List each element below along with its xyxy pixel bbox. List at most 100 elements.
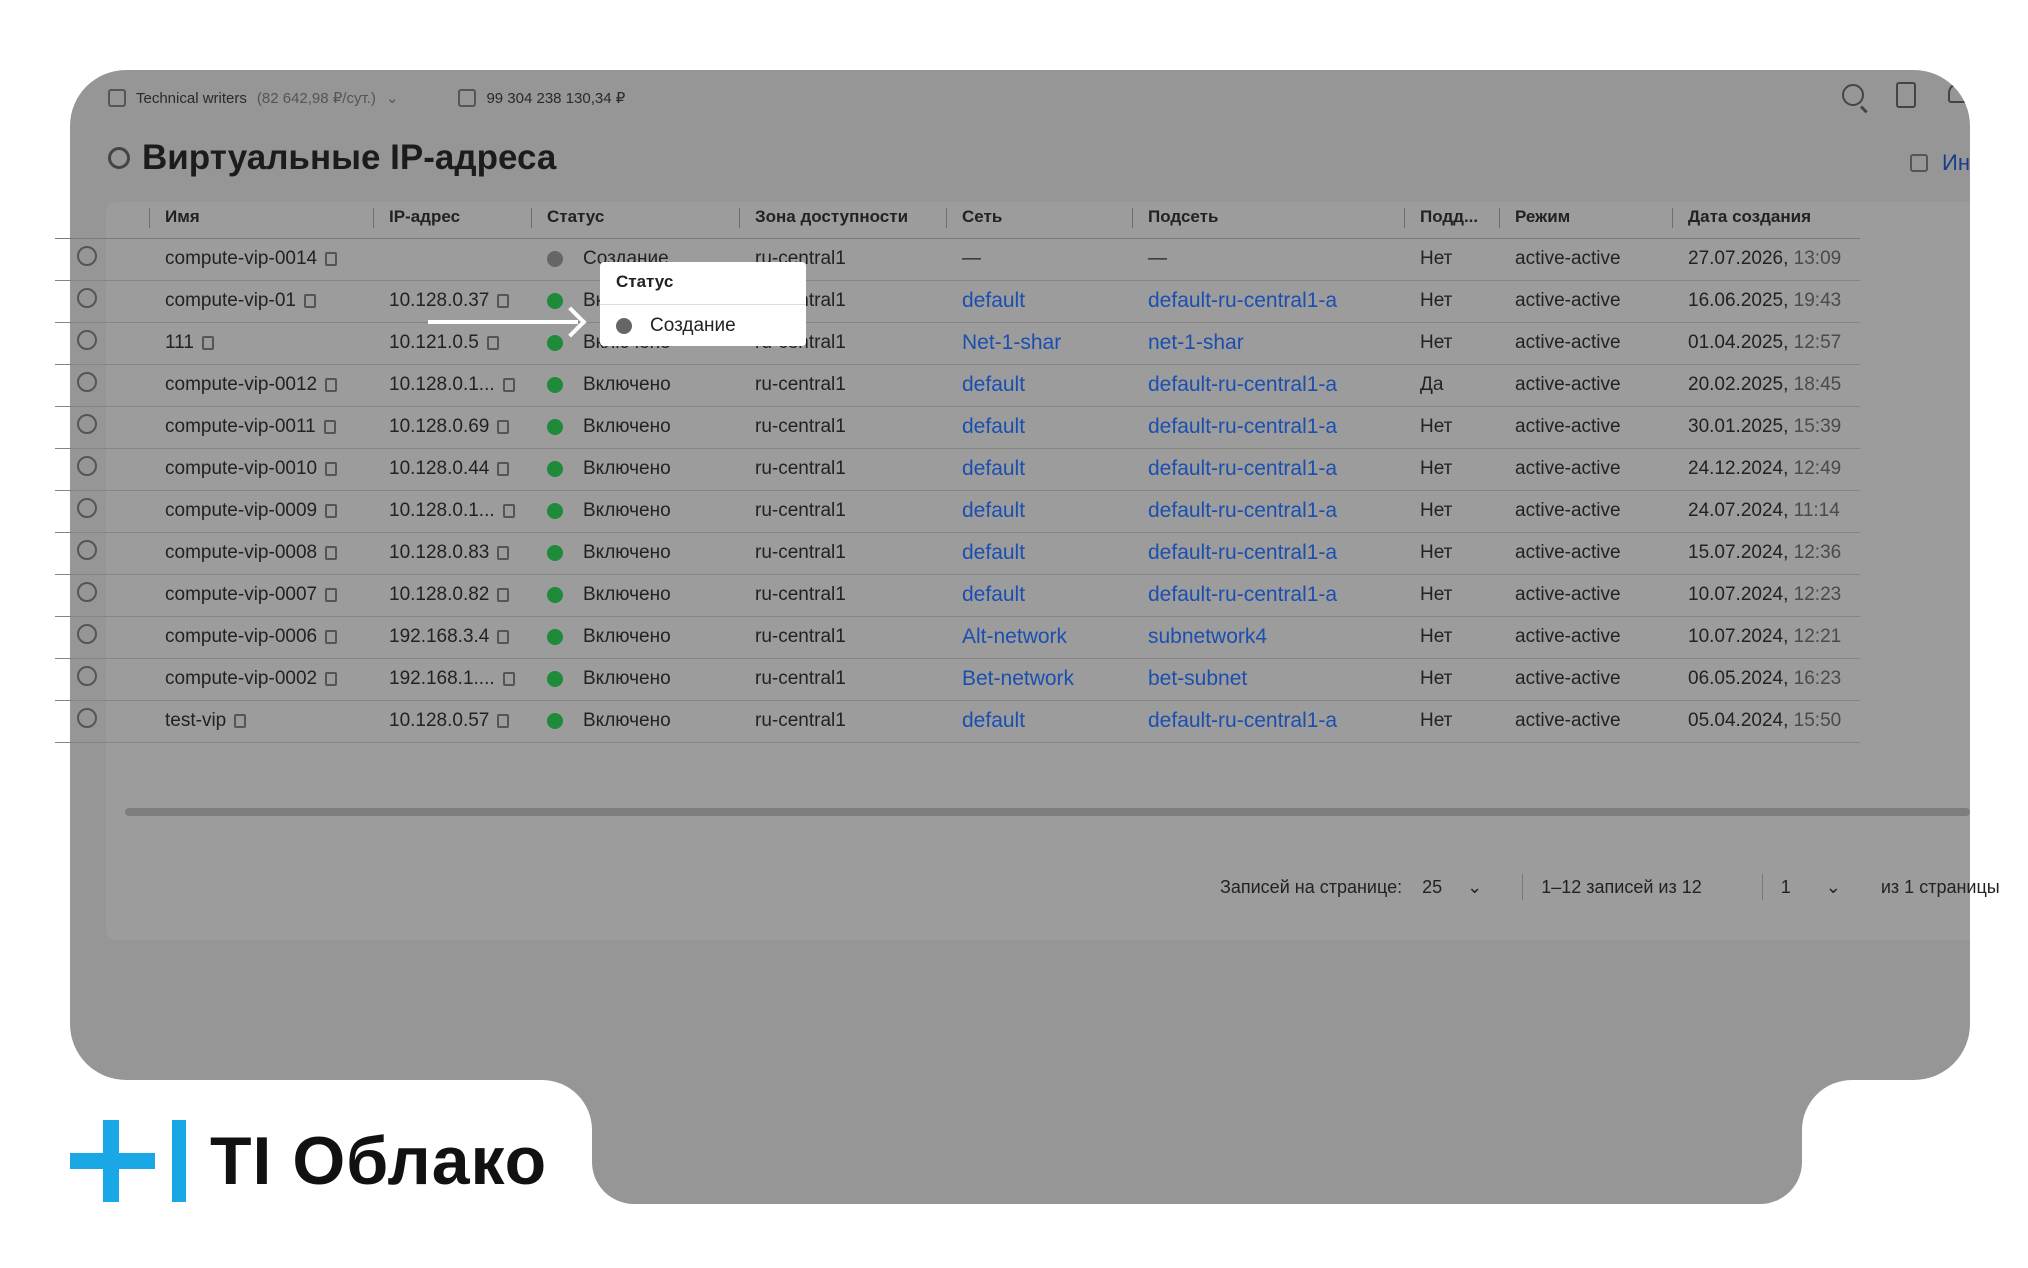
copy-icon[interactable] xyxy=(497,587,510,602)
column-ip[interactable]: IP-адрес xyxy=(373,196,531,239)
copy-icon[interactable] xyxy=(325,629,338,644)
name-cell[interactable]: compute-vip-0006 xyxy=(149,616,373,659)
copy-icon[interactable] xyxy=(497,629,510,644)
table-row[interactable]: 111 10.121.0.5 Включено ru-central1 Net-… xyxy=(55,322,1860,365)
column-status[interactable]: Статус xyxy=(531,196,739,239)
column-zone[interactable]: Зона доступности xyxy=(739,196,946,239)
network-cell[interactable]: default xyxy=(946,574,1132,617)
search-icon[interactable] xyxy=(1842,84,1864,106)
network-cell[interactable]: default xyxy=(946,364,1132,407)
name-cell[interactable]: compute-vip-0012 xyxy=(149,364,373,407)
docs-link[interactable]: Ин xyxy=(1910,150,1970,176)
copy-icon[interactable] xyxy=(234,713,247,728)
chevron-down-icon[interactable]: ⌄ xyxy=(386,89,399,107)
project-selector[interactable]: Technical writers xyxy=(136,90,247,107)
network-cell[interactable]: default xyxy=(946,700,1132,743)
per-page-select[interactable]: 25 ⌄ xyxy=(1422,877,1502,898)
copy-icon[interactable] xyxy=(325,377,338,392)
table-row[interactable]: compute-vip-0007 10.128.0.82 Включено ru… xyxy=(55,574,1860,617)
copy-icon[interactable] xyxy=(201,335,214,350)
copy-icon[interactable] xyxy=(497,545,510,560)
column-name[interactable]: Имя xyxy=(149,196,373,239)
subnet-cell[interactable]: bet-subnet xyxy=(1132,658,1404,701)
table-row[interactable]: compute-vip-01 10.128.0.37 Включено ru-c… xyxy=(55,280,1860,323)
copy-icon[interactable] xyxy=(502,671,515,686)
name-cell[interactable]: 111 xyxy=(149,322,373,365)
vip-name[interactable]: compute-vip-0006 xyxy=(165,626,317,647)
name-cell[interactable]: compute-vip-0011 xyxy=(149,406,373,449)
copy-icon[interactable] xyxy=(323,419,336,434)
column-subnet[interactable]: Подсеть xyxy=(1132,196,1404,239)
column-support[interactable]: Подд... xyxy=(1404,196,1499,239)
network-cell[interactable]: default xyxy=(946,490,1132,533)
name-cell[interactable]: compute-vip-0007 xyxy=(149,574,373,617)
subnet-cell[interactable]: default-ru-central1-a xyxy=(1132,574,1404,617)
subnet-cell[interactable]: net-1-shar xyxy=(1132,322,1404,365)
column-date[interactable]: Дата создания xyxy=(1672,196,1860,239)
table-row[interactable]: compute-vip-0009 10.128.0.1... Включено … xyxy=(55,490,1860,533)
vip-name[interactable]: compute-vip-0009 xyxy=(165,500,317,521)
name-cell[interactable]: test-vip xyxy=(149,700,373,743)
vip-name[interactable]: compute-vip-0011 xyxy=(165,416,316,437)
copy-icon[interactable] xyxy=(497,461,510,476)
copy-icon[interactable] xyxy=(486,335,499,350)
copy-icon[interactable] xyxy=(303,293,316,308)
copy-icon[interactable] xyxy=(325,503,338,518)
name-cell[interactable]: compute-vip-0008 xyxy=(149,532,373,575)
bell-icon[interactable]: 99 xyxy=(1948,83,1970,107)
vip-name[interactable]: compute-vip-0007 xyxy=(165,584,317,605)
network-cell[interactable]: Net-1-shar xyxy=(946,322,1132,365)
name-cell[interactable]: compute-vip-0002 xyxy=(149,658,373,701)
vip-name[interactable]: compute-vip-01 xyxy=(165,290,296,311)
subnet-cell[interactable]: default-ru-central1-a xyxy=(1132,448,1404,491)
vip-name[interactable]: compute-vip-0010 xyxy=(165,458,317,479)
subnet-cell[interactable]: default-ru-central1-a xyxy=(1132,532,1404,575)
network-cell[interactable]: Bet-network xyxy=(946,658,1132,701)
name-cell[interactable]: compute-vip-01 xyxy=(149,280,373,323)
column-network[interactable]: Сеть xyxy=(946,196,1132,239)
vip-name[interactable]: compute-vip-0008 xyxy=(165,542,317,563)
table-row[interactable]: compute-vip-0014 Создание ru-central1 — … xyxy=(55,238,1860,281)
table-row[interactable]: compute-vip-0006 192.168.3.4 Включено ru… xyxy=(55,616,1860,659)
vip-name[interactable]: 111 xyxy=(165,332,194,353)
document-icon[interactable] xyxy=(1896,82,1916,108)
subnet-cell[interactable]: default-ru-central1-a xyxy=(1132,364,1404,407)
network-cell[interactable]: default xyxy=(946,448,1132,491)
column-mode[interactable]: Режим xyxy=(1499,196,1672,239)
horizontal-scrollbar[interactable] xyxy=(125,808,1970,816)
vip-name[interactable]: compute-vip-0014 xyxy=(165,248,317,269)
copy-icon[interactable] xyxy=(325,587,338,602)
table-row[interactable]: compute-vip-0010 10.128.0.44 Включено ru… xyxy=(55,448,1860,491)
subnet-cell[interactable]: subnetwork4 xyxy=(1132,616,1404,659)
copy-icon[interactable] xyxy=(325,545,338,560)
copy-icon[interactable] xyxy=(325,251,338,266)
network-cell[interactable]: default xyxy=(946,280,1132,323)
network-cell[interactable]: Alt-network xyxy=(946,616,1132,659)
table-row[interactable]: test-vip 10.128.0.57 Включено ru-central… xyxy=(55,700,1860,743)
subnet-cell[interactable]: default-ru-central1-a xyxy=(1132,280,1404,323)
copy-icon[interactable] xyxy=(502,503,515,518)
network-cell[interactable]: default xyxy=(946,406,1132,449)
page-select[interactable]: 1 ⌄ xyxy=(1781,877,1861,898)
subnet-cell[interactable]: default-ru-central1-a xyxy=(1132,490,1404,533)
name-cell[interactable]: compute-vip-0010 xyxy=(149,448,373,491)
vip-name[interactable]: test-vip xyxy=(165,710,226,731)
copy-icon[interactable] xyxy=(325,461,338,476)
copy-icon[interactable] xyxy=(325,671,338,686)
table-row[interactable]: compute-vip-0012 10.128.0.1... Включено … xyxy=(55,364,1860,407)
table-row[interactable]: compute-vip-0011 10.128.0.69 Включено ru… xyxy=(55,406,1860,449)
copy-icon[interactable] xyxy=(497,419,510,434)
subnet-cell[interactable]: default-ru-central1-a xyxy=(1132,406,1404,449)
table-row[interactable]: compute-vip-0002 192.168.1.... Включено … xyxy=(55,658,1860,701)
network-cell[interactable]: default xyxy=(946,532,1132,575)
name-cell[interactable]: compute-vip-0009 xyxy=(149,490,373,533)
copy-icon[interactable] xyxy=(497,713,510,728)
vip-name[interactable]: compute-vip-0012 xyxy=(165,374,317,395)
table-row[interactable]: compute-vip-0008 10.128.0.83 Включено ru… xyxy=(55,532,1860,575)
copy-icon[interactable] xyxy=(497,293,510,308)
vip-name[interactable]: compute-vip-0002 xyxy=(165,668,317,689)
name-cell[interactable]: compute-vip-0014 xyxy=(149,238,373,281)
document-icon xyxy=(1910,154,1929,172)
subnet-cell[interactable]: default-ru-central1-a xyxy=(1132,700,1404,743)
copy-icon[interactable] xyxy=(502,377,515,392)
